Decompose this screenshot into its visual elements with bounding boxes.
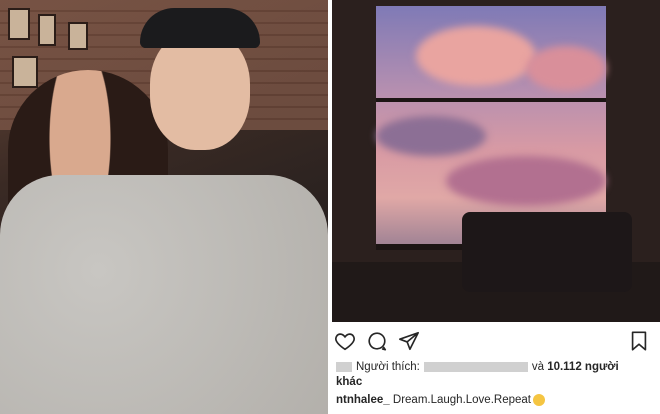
wall-frame [8,8,30,40]
post-actions [332,330,660,354]
likes-conjunction: và [531,361,544,373]
matching-sweaters [0,175,328,414]
smile-emoji-icon [532,394,545,406]
caption-username[interactable]: ntnhalee_ [336,394,390,406]
wall-frame [68,22,88,50]
bookmark-icon[interactable] [628,330,650,352]
left-photo [0,0,328,414]
likes-label: Người thích: [356,361,420,373]
wall-frame [12,56,38,88]
sofa [462,212,632,292]
post-image[interactable] [332,0,660,322]
cloud [376,116,486,156]
caption-text: Dream.Laugh.Love.Repeat [392,394,531,407]
comment-icon[interactable] [366,330,388,352]
instagram-post: Người thích: và 10.112 người khác ntnhale… [332,0,660,414]
redacted-username [423,361,528,372]
likes-line[interactable]: Người thích: và 10.112 người khác [336,360,656,390]
cloud [446,156,606,206]
likes-count: 10.112 người [547,361,619,373]
redacted-avatar [336,361,352,372]
post-caption: ntnhalee_ Dream.Laugh.Love.Repeat [336,394,656,406]
man-face [150,30,250,150]
sunset-sky [376,6,606,246]
cloud [416,26,536,86]
window-frame [376,98,606,102]
cloud [526,46,606,91]
likes-suffix: khác [336,376,363,388]
heart-icon[interactable] [334,330,356,352]
black-cap [140,8,260,48]
wall-frame [38,14,56,46]
share-icon[interactable] [398,330,420,352]
